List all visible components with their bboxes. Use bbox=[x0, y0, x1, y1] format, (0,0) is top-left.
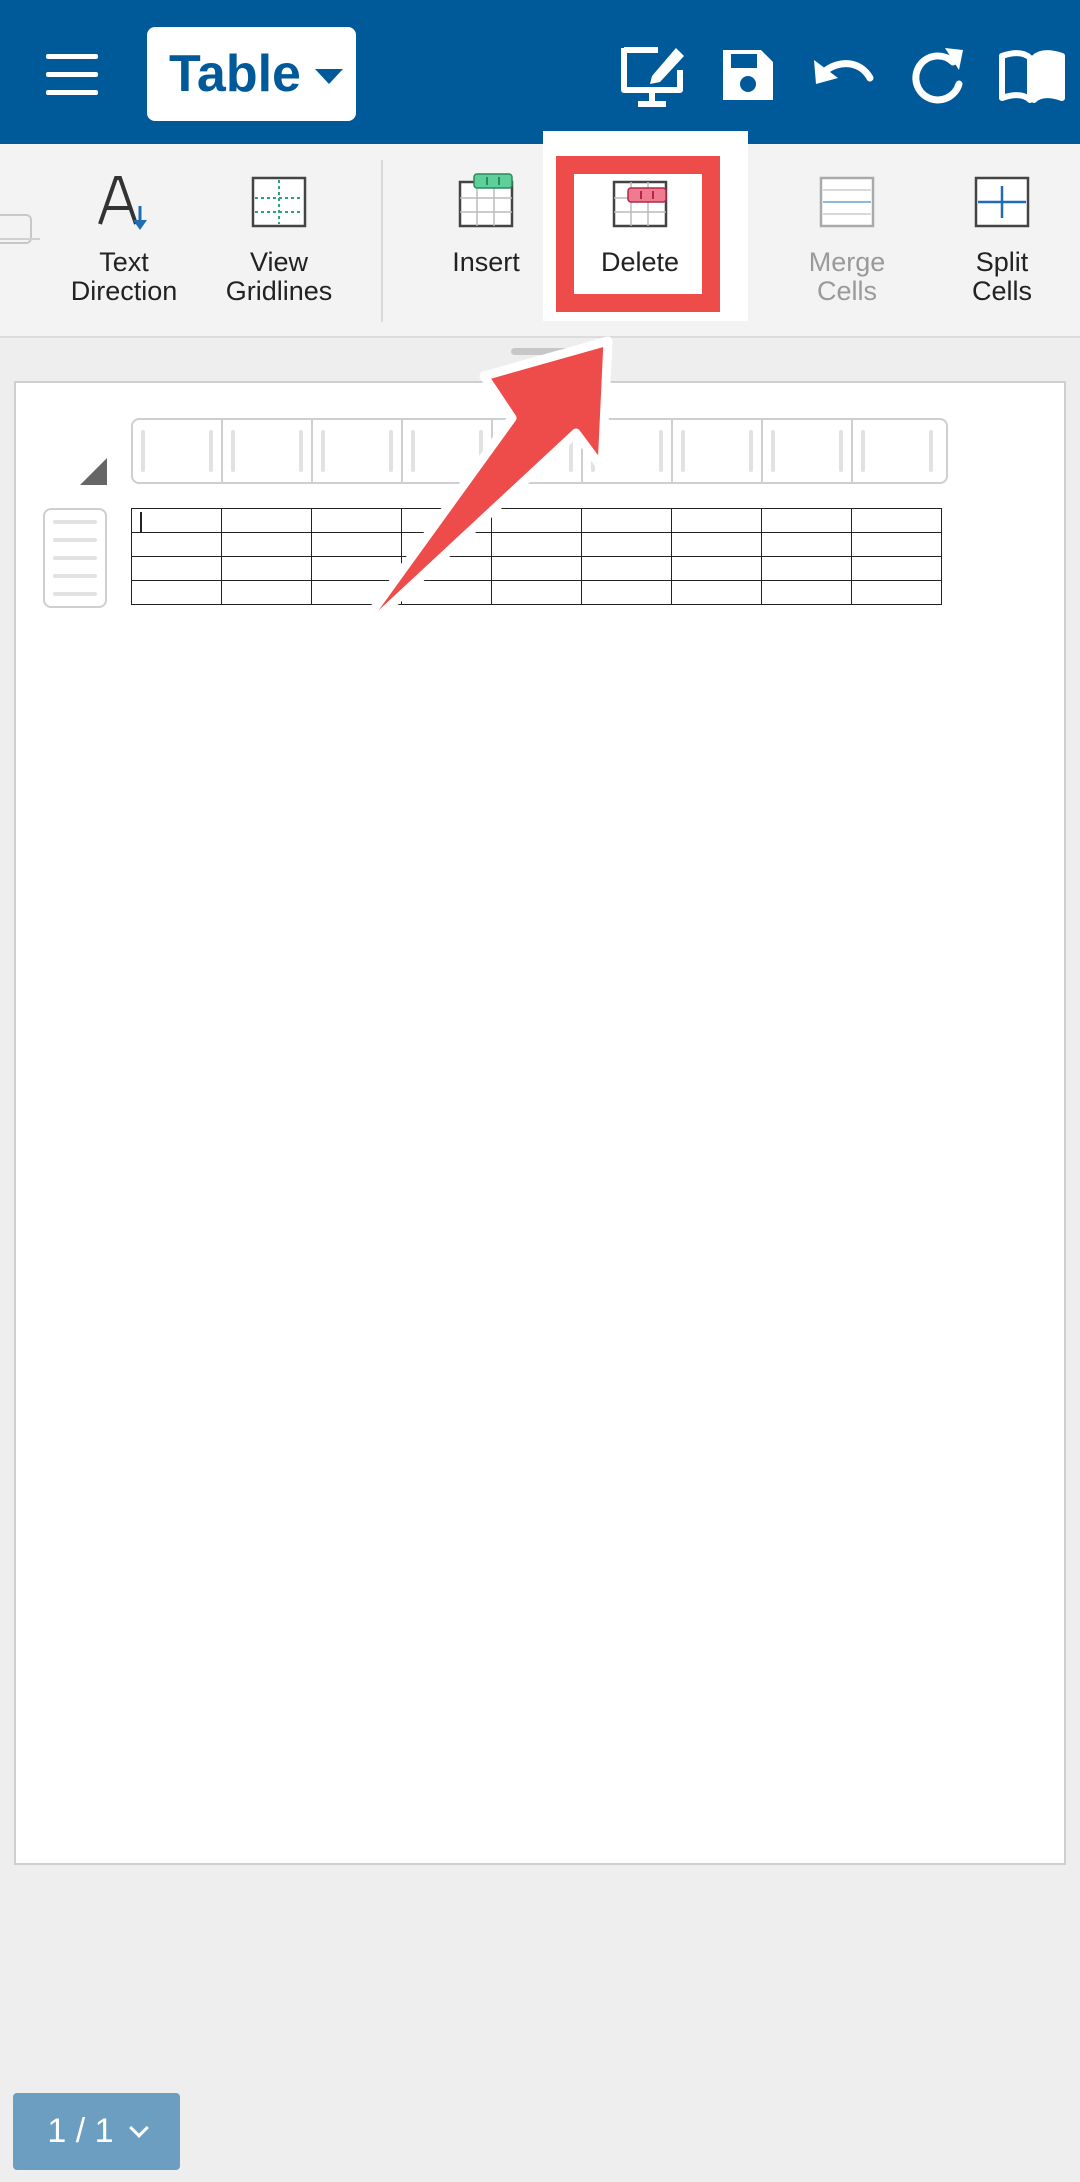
table-cell[interactable] bbox=[131, 508, 222, 533]
table-cell[interactable] bbox=[491, 580, 582, 605]
table-cell[interactable] bbox=[311, 532, 402, 557]
merge-cells-label: Merge Cells bbox=[808, 247, 886, 306]
table-cell[interactable] bbox=[491, 556, 582, 581]
edit-screen-button[interactable] bbox=[614, 40, 690, 110]
ribbon-cutoff-line bbox=[0, 238, 40, 240]
table-cell[interactable] bbox=[491, 508, 582, 533]
table-cell[interactable] bbox=[761, 580, 852, 605]
table-cell[interactable] bbox=[761, 556, 852, 581]
page-indicator-button[interactable]: 1 / 1 bbox=[13, 2093, 180, 2170]
insert-label: Insert bbox=[452, 247, 520, 277]
split-cells-label: Split Cells bbox=[971, 247, 1032, 306]
table-cell[interactable] bbox=[221, 508, 312, 533]
edit-screen-icon bbox=[621, 47, 684, 107]
text-direction-label: Text Direction bbox=[70, 247, 178, 306]
mode-label: Table bbox=[169, 45, 301, 103]
table-cell[interactable] bbox=[221, 556, 312, 581]
page-indicator-label: 1 / 1 bbox=[47, 2112, 114, 2150]
undo-icon bbox=[814, 60, 874, 84]
undo-button[interactable] bbox=[804, 40, 880, 110]
redo-button[interactable] bbox=[899, 40, 975, 110]
menu-button[interactable] bbox=[34, 40, 114, 106]
table-cell[interactable] bbox=[311, 556, 402, 581]
table-cell[interactable] bbox=[671, 580, 762, 605]
chevron-down-icon bbox=[128, 2117, 149, 2138]
table-cell[interactable] bbox=[671, 556, 762, 581]
table-cell[interactable] bbox=[581, 532, 672, 557]
document-table[interactable] bbox=[131, 508, 942, 605]
table-cell[interactable] bbox=[581, 556, 672, 581]
view-gridlines-label: View Gridlines bbox=[225, 247, 333, 306]
redo-icon bbox=[912, 48, 963, 104]
table-cell[interactable] bbox=[671, 508, 762, 533]
table-row bbox=[131, 532, 942, 557]
table-cell[interactable] bbox=[131, 532, 222, 557]
table-cell[interactable] bbox=[401, 508, 492, 533]
row-ruler[interactable] bbox=[43, 508, 107, 608]
table-row bbox=[131, 556, 942, 581]
insert-table-icon bbox=[458, 173, 514, 228]
table-cell[interactable] bbox=[401, 580, 492, 605]
merge-cells-button[interactable]: Merge Cells bbox=[772, 172, 922, 312]
table-row bbox=[131, 580, 942, 605]
text-direction-button[interactable]: Text Direction bbox=[49, 172, 199, 312]
merge-cells-icon bbox=[819, 176, 875, 228]
split-cells-icon bbox=[974, 176, 1030, 228]
table-cell[interactable] bbox=[851, 532, 942, 557]
ribbon-divider bbox=[381, 160, 383, 322]
text-direction-icon bbox=[98, 176, 147, 230]
table-cell[interactable] bbox=[851, 508, 942, 533]
save-button[interactable] bbox=[709, 40, 785, 110]
table-cell[interactable] bbox=[761, 532, 852, 557]
table-row bbox=[131, 508, 942, 533]
table-cell[interactable] bbox=[761, 508, 852, 533]
chevron-down-icon bbox=[314, 68, 343, 84]
read-mode-button[interactable] bbox=[994, 40, 1070, 110]
table-select-corner[interactable] bbox=[80, 458, 107, 485]
save-icon bbox=[723, 50, 773, 100]
table-cell[interactable] bbox=[401, 556, 492, 581]
table-cell[interactable] bbox=[671, 532, 762, 557]
insert-button[interactable]: Insert bbox=[411, 172, 561, 312]
table-cell[interactable] bbox=[131, 580, 222, 605]
table-cell[interactable] bbox=[851, 580, 942, 605]
table-cell[interactable] bbox=[311, 508, 402, 533]
split-cells-button[interactable]: Split Cells bbox=[927, 172, 1077, 312]
table-cell[interactable] bbox=[491, 532, 582, 557]
table-cell[interactable] bbox=[221, 580, 312, 605]
table-cell[interactable] bbox=[581, 508, 672, 533]
table-cell[interactable] bbox=[131, 556, 222, 581]
table-cell[interactable] bbox=[311, 580, 402, 605]
gridlines-icon bbox=[251, 176, 307, 228]
table-cell[interactable] bbox=[851, 556, 942, 581]
view-gridlines-button[interactable]: View Gridlines bbox=[204, 172, 354, 312]
ribbon-drag-handle[interactable] bbox=[511, 348, 569, 355]
table-cell[interactable] bbox=[221, 532, 312, 557]
table-cell[interactable] bbox=[581, 580, 672, 605]
book-icon bbox=[999, 50, 1065, 103]
column-ruler[interactable] bbox=[131, 418, 948, 484]
table-cell[interactable] bbox=[401, 532, 492, 557]
mode-dropdown[interactable]: Table bbox=[147, 27, 356, 121]
text-cursor bbox=[140, 512, 142, 532]
delete-highlight-box bbox=[556, 156, 720, 312]
